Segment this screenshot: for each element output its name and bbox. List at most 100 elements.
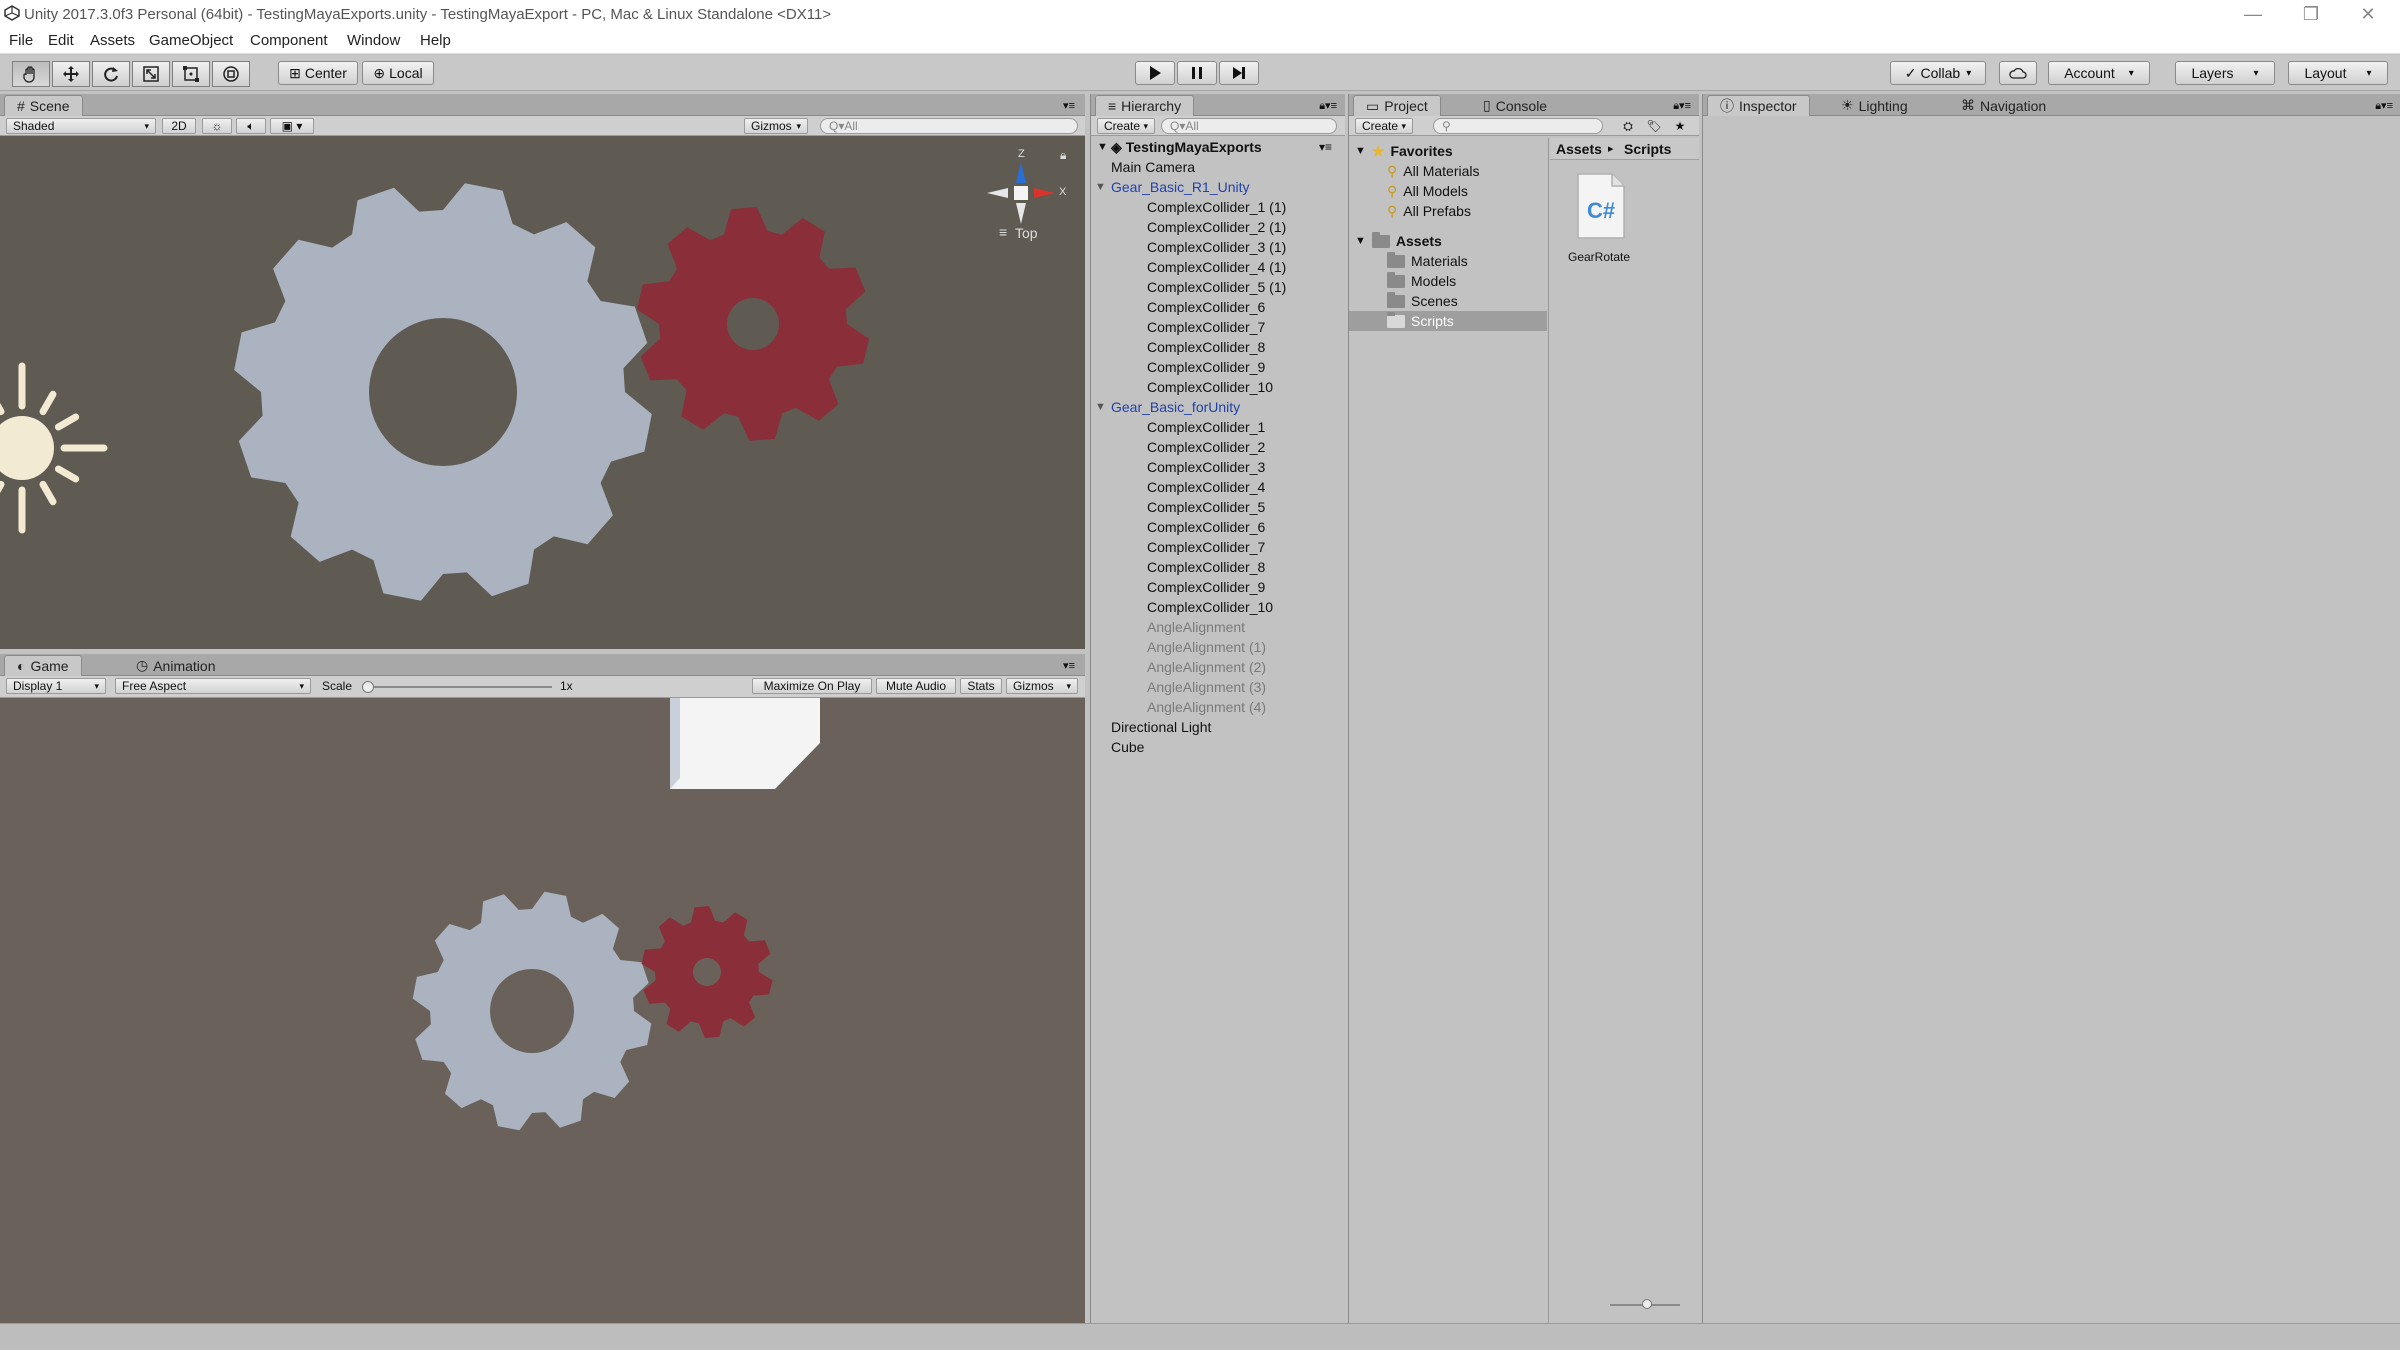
lighting-toggle[interactable]: ☼ — [202, 118, 232, 134]
favorite-button[interactable]: ★ — [1669, 118, 1691, 134]
mute-audio-toggle[interactable]: Mute Audio — [876, 678, 956, 694]
hierarchy-create-dropdown[interactable]: Create ▾ — [1097, 118, 1155, 134]
minimize-button[interactable]: — — [2230, 3, 2276, 25]
tab-scene[interactable]: # Scene — [4, 95, 83, 116]
game-gizmos-dropdown[interactable]: Gizmos ▾ — [1006, 678, 1078, 694]
play-button[interactable] — [1135, 61, 1175, 85]
cube-object[interactable] — [670, 698, 820, 789]
rotate-tool-button[interactable] — [92, 61, 130, 87]
layout-dropdown[interactable]: Layout ▾ — [2288, 61, 2388, 85]
hierarchy-item[interactable]: AngleAlignment (1) — [1147, 637, 1266, 657]
scale-slider-handle[interactable] — [362, 681, 374, 693]
tab-inspector[interactable]: ⓘ Inspector — [1707, 95, 1810, 116]
hierarchy-item[interactable]: ComplexCollider_3 — [1147, 457, 1265, 477]
scene-orientation-gizmo[interactable]: Z X ≡ Top — [975, 148, 1066, 241]
hierarchy-item[interactable]: ComplexCollider_10 — [1147, 377, 1273, 397]
filter-type-button[interactable]: ⛭ — [1617, 118, 1639, 134]
step-button[interactable] — [1219, 61, 1259, 85]
pause-button[interactable] — [1177, 61, 1217, 85]
hierarchy-item[interactable]: AngleAlignment (4) — [1147, 697, 1266, 717]
folder-materials[interactable]: Materials — [1387, 251, 1468, 271]
stats-toggle[interactable]: Stats — [960, 678, 1002, 694]
2d-toggle[interactable]: 2D — [162, 118, 196, 134]
scene-search-input[interactable]: Q▾All — [820, 118, 1078, 134]
hierarchy-item[interactable]: ComplexCollider_6 — [1147, 517, 1265, 537]
asset-file-gearrotate[interactable]: C# — [1572, 172, 1628, 252]
panel-menu-icon[interactable]: 🔒︎▾≡ — [1319, 99, 1337, 113]
breadcrumb-scripts[interactable]: Scripts — [1624, 141, 1671, 157]
rect-tool-button[interactable] — [172, 61, 210, 87]
restore-button[interactable]: ❐ — [2288, 3, 2334, 25]
filter-label-button[interactable]: 🏷︎ — [1643, 118, 1665, 134]
hierarchy-item[interactable]: ComplexCollider_9 — [1147, 577, 1265, 597]
display-dropdown[interactable]: Display 1 ▾ — [6, 678, 106, 694]
hierarchy-item[interactable]: ComplexCollider_5 — [1147, 497, 1265, 517]
hierarchy-search-input[interactable]: Q▾All — [1161, 118, 1337, 134]
tab-hierarchy[interactable]: ≡ Hierarchy — [1095, 95, 1195, 116]
panel-menu-icon[interactable]: 🔒︎▾≡ — [2375, 99, 2393, 113]
layers-dropdown[interactable]: Layers ▾ — [2175, 61, 2275, 85]
pivot-center-toggle[interactable]: ⊞ Center — [278, 61, 358, 85]
scene-viewport[interactable]: Z X ≡ Top 🔒︎ — [0, 136, 1085, 649]
hierarchy-item[interactable]: AngleAlignment — [1147, 617, 1245, 637]
favorite-all-models[interactable]: ⚲ All Models — [1387, 181, 1468, 201]
panel-menu-icon[interactable]: 🔒︎▾≡ — [1673, 99, 1691, 113]
move-tool-button[interactable] — [52, 61, 90, 87]
hierarchy-item[interactable]: ComplexCollider_6 — [1147, 297, 1265, 317]
hierarchy-item[interactable]: ComplexCollider_4 — [1147, 477, 1265, 497]
tab-project[interactable]: ▭ Project — [1353, 95, 1441, 116]
project-create-dropdown[interactable]: Create ▾ — [1355, 118, 1413, 134]
hierarchy-item[interactable]: ComplexCollider_2 — [1147, 437, 1265, 457]
tab-navigation[interactable]: ⌘ Navigation — [1949, 95, 2058, 116]
project-search-input[interactable]: ⚲ — [1433, 118, 1603, 134]
hierarchy-item[interactable]: ComplexCollider_1 (1) — [1147, 197, 1286, 217]
lock-icon[interactable]: 🔒︎ — [1060, 148, 1066, 163]
hierarchy-item[interactable]: ComplexCollider_8 — [1147, 337, 1265, 357]
hierarchy-item[interactable]: ComplexCollider_3 (1) — [1147, 237, 1286, 257]
hierarchy-item[interactable]: ComplexCollider_2 (1) — [1147, 217, 1286, 237]
hierarchy-item[interactable]: ComplexCollider_1 — [1147, 417, 1265, 437]
hierarchy-item[interactable]: ComplexCollider_4 (1) — [1147, 257, 1286, 277]
gear-large-scene[interactable] — [234, 183, 652, 601]
scene-gizmos-dropdown[interactable]: Gizmos ▾ — [744, 118, 808, 134]
tab-console[interactable]: ▯ Console — [1471, 95, 1559, 116]
hierarchy-item[interactable]: ▼ Gear_Basic_R1_Unity — [1095, 177, 1250, 197]
favorite-all-materials[interactable]: ⚲ All Materials — [1387, 161, 1480, 181]
account-dropdown[interactable]: Account ▾ — [2048, 61, 2150, 85]
menu-assets[interactable]: Assets — [90, 32, 135, 49]
menu-window[interactable]: Window — [347, 32, 400, 49]
folder-scenes[interactable]: Scenes — [1387, 291, 1458, 311]
audio-toggle[interactable]: 🔈︎ — [236, 118, 266, 134]
menu-gameobject[interactable]: GameObject — [149, 32, 233, 49]
favorites-row[interactable]: ▼ ★ Favorites — [1355, 141, 1453, 161]
menu-component[interactable]: Component — [250, 32, 328, 49]
gear-large-game[interactable] — [412, 891, 652, 1131]
hierarchy-item[interactable]: ▼ Gear_Basic_forUnity — [1095, 397, 1240, 417]
transform-tool-button[interactable] — [212, 61, 250, 87]
hierarchy-item[interactable]: ComplexCollider_10 — [1147, 597, 1273, 617]
hand-tool-button[interactable] — [12, 61, 50, 87]
breadcrumb-assets[interactable]: Assets — [1556, 141, 1602, 157]
hierarchy-item[interactable]: AngleAlignment (2) — [1147, 657, 1266, 677]
maximize-on-play-toggle[interactable]: Maximize On Play — [752, 678, 872, 694]
tab-lighting[interactable]: ☀ Lighting — [1829, 95, 1920, 116]
gear-small-game[interactable] — [641, 906, 773, 1038]
directional-light-icon[interactable] — [0, 362, 108, 534]
hierarchy-item[interactable]: ComplexCollider_8 — [1147, 557, 1265, 577]
folder-scripts[interactable]: Scripts — [1387, 311, 1454, 331]
menu-edit[interactable]: Edit — [48, 32, 74, 49]
scale-tool-button[interactable] — [132, 61, 170, 87]
scene-root-row[interactable]: ▼ ◈ TestingMayaExports ▾≡ — [1097, 137, 1332, 157]
hierarchy-item[interactable]: Main Camera — [1111, 157, 1195, 177]
favorite-all-prefabs[interactable]: ⚲ All Prefabs — [1387, 201, 1471, 221]
shading-mode-dropdown[interactable]: Shaded ▾ — [6, 118, 156, 134]
hierarchy-item[interactable]: Cube — [1111, 737, 1144, 757]
scale-slider-track[interactable] — [362, 686, 552, 688]
tab-animation[interactable]: ◷ Animation — [124, 655, 227, 676]
folder-models[interactable]: Models — [1387, 271, 1456, 291]
close-button[interactable]: ✕ — [2345, 3, 2391, 25]
cloud-button[interactable] — [1999, 61, 2037, 85]
menu-file[interactable]: File — [9, 32, 33, 49]
assets-row[interactable]: ▼ Assets — [1355, 231, 1442, 251]
tab-game[interactable]: ◐ Game — [4, 655, 82, 676]
